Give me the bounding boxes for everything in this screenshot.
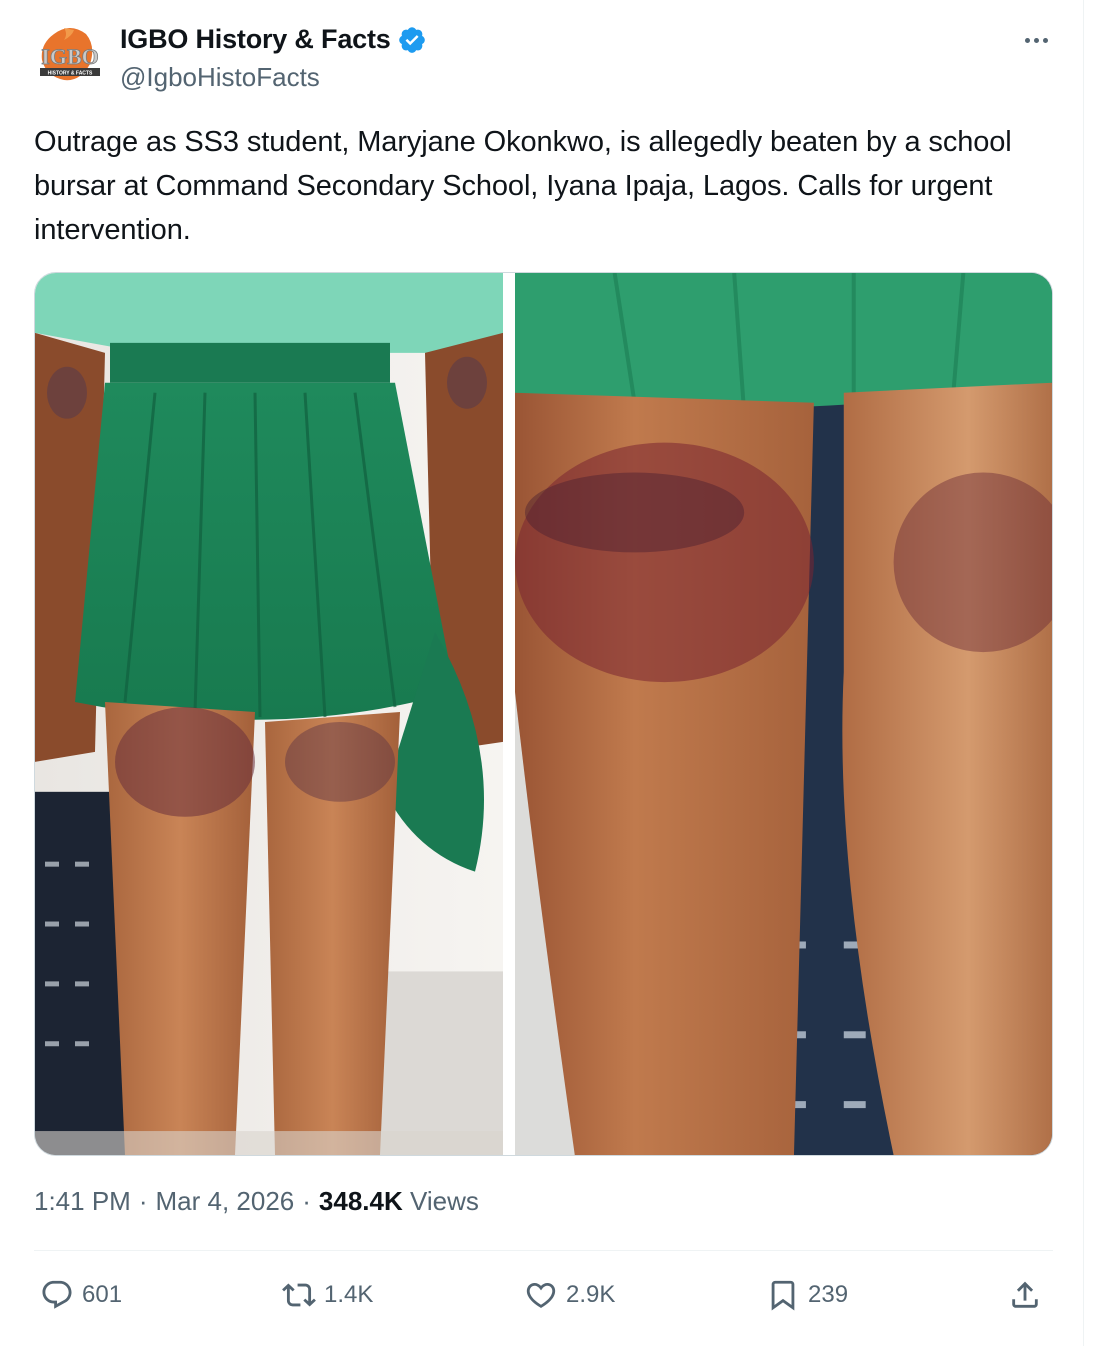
photo-legs-closeup xyxy=(515,273,1052,1155)
author-name-row[interactable]: IGBO History & Facts xyxy=(120,24,427,55)
repost-count: 1.4K xyxy=(324,1281,374,1308)
views-label: Views xyxy=(410,1186,479,1216)
photo-student-standing xyxy=(35,273,503,1155)
svg-text:HISTORY & FACTS: HISTORY & FACTS xyxy=(48,71,93,77)
tweet-actions-bar: 601 1.4K 2.9K 239 xyxy=(34,1272,1053,1318)
author-avatar[interactable]: IGBO HISTORY & FACTS xyxy=(34,24,106,86)
reply-button[interactable]: 601 xyxy=(40,1272,122,1318)
tweet-text: Outrage as SS3 student, Maryjane Okonkwo… xyxy=(34,126,1012,246)
tweet-photo-2[interactable] xyxy=(515,273,1052,1155)
meta-separator: · xyxy=(302,1186,311,1216)
bookmark-button[interactable]: 239 xyxy=(766,1272,848,1318)
share-button[interactable] xyxy=(1008,1272,1042,1318)
more-horizontal-icon xyxy=(1024,37,1030,43)
tweet-date[interactable]: Mar 4, 2026 xyxy=(156,1186,295,1217)
bookmark-count: 239 xyxy=(808,1281,849,1308)
igbo-logo-icon: IGBO HISTORY & FACTS xyxy=(40,28,100,81)
tweet-container: IGBO HISTORY & FACTS IGBO History & Fact… xyxy=(0,0,1084,1346)
tweet-meta: 1:41 PM · Mar 4, 2026 · 348.4K Views xyxy=(34,1186,479,1217)
like-count: 2.9K xyxy=(566,1281,616,1308)
reply-icon xyxy=(42,1280,72,1309)
more-options-button[interactable] xyxy=(1018,30,1054,50)
tweet-photo-1[interactable] xyxy=(35,273,503,1155)
meta-separator: · xyxy=(138,1186,148,1216)
author-handle[interactable]: @IgboHistoFacts xyxy=(120,62,320,93)
share-icon xyxy=(1012,1281,1038,1308)
reply-count: 601 xyxy=(82,1281,123,1308)
views-count: 348.4K xyxy=(318,1186,403,1216)
verified-badge-icon xyxy=(398,26,425,53)
author-display-name[interactable]: IGBO History & Facts xyxy=(120,24,391,55)
heart-icon xyxy=(526,1282,556,1308)
repost-button[interactable]: 1.4K xyxy=(282,1272,373,1318)
tweet-media-grid xyxy=(34,272,1053,1156)
views-group[interactable]: 348.4K Views xyxy=(319,1186,479,1217)
bookmark-icon xyxy=(771,1280,795,1311)
divider xyxy=(34,1250,1053,1251)
like-button[interactable]: 2.9K xyxy=(524,1272,615,1318)
svg-text:IGBO: IGBO xyxy=(41,44,98,69)
repost-icon xyxy=(282,1283,316,1307)
tweet-time[interactable]: 1:41 PM xyxy=(34,1186,131,1217)
